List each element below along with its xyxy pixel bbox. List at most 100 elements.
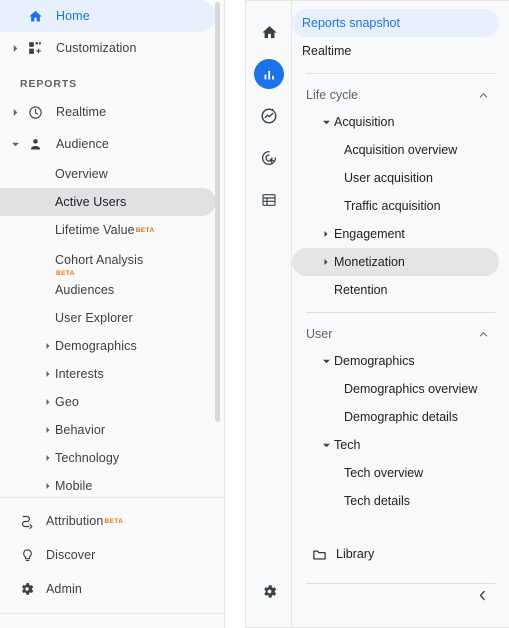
sidebar-item-label: Realtime — [56, 105, 107, 119]
sidebar-item-label: Audiences — [55, 283, 115, 297]
rail-item-advertising[interactable] — [246, 137, 292, 179]
home-icon — [261, 24, 278, 41]
rail-item-home[interactable] — [246, 11, 292, 53]
person-icon — [22, 137, 48, 152]
folder-icon — [306, 547, 332, 562]
nav-item-engagement[interactable]: Engagement — [292, 220, 499, 248]
sidebar-scrollbar-thumb[interactable] — [215, 2, 220, 422]
nav-item-realtime[interactable]: Realtime — [292, 37, 499, 65]
nav-item-tech-overview[interactable]: Tech overview — [292, 459, 499, 487]
sidebar-item-discover[interactable]: Discover — [0, 538, 224, 572]
nav-item-reports-snapshot[interactable]: Reports snapshot — [292, 9, 499, 37]
nav-item-label: Tech overview — [344, 466, 424, 480]
ua-scroll-area[interactable]: Home Customization REPORTS Realtime Audi… — [0, 0, 224, 508]
sidebar-item-technology[interactable]: Technology — [0, 444, 224, 472]
chevron-down-icon[interactable] — [318, 119, 334, 126]
chevron-right-icon[interactable] — [8, 44, 22, 52]
sidebar-footer-divider — [0, 613, 224, 614]
nav-item-label: Retention — [334, 283, 388, 297]
sidebar-item-mobile[interactable]: Mobile — [0, 472, 224, 500]
sidebar-item-admin[interactable]: Admin — [0, 572, 224, 606]
nav-item-demographics-overview[interactable]: Demographics overview — [292, 375, 499, 403]
sidebar-item-label: Behavior — [55, 423, 106, 437]
sidebar-item-attribution[interactable]: Attribution BETA — [0, 504, 224, 538]
nav-item-label: Demographic details — [344, 410, 458, 424]
sidebar-item-audiences[interactable]: Audiences — [0, 276, 224, 304]
attribution-icon — [8, 514, 46, 529]
sidebar-scrollbar[interactable] — [215, 2, 222, 506]
sidebar-item-label: User Explorer — [55, 311, 133, 325]
sidebar-item-cohort-analysis[interactable]: Cohort Analysis BETA — [0, 244, 224, 277]
nav-item-library[interactable]: Library — [292, 539, 509, 569]
home-icon — [22, 9, 48, 24]
reports-bar-chart-icon — [254, 59, 284, 89]
nav-divider — [306, 583, 495, 584]
bulb-icon — [8, 548, 46, 563]
sidebar-item-home[interactable]: Home — [0, 0, 216, 32]
sidebar-item-user-explorer[interactable]: User Explorer — [0, 304, 224, 332]
nav-item-demographic-details[interactable]: Demographic details — [292, 403, 499, 431]
nav-item-tech[interactable]: Tech — [292, 431, 499, 459]
navigation-comparison-screenshot: Home Customization REPORTS Realtime Audi… — [0, 0, 509, 628]
sidebar-section-reports: REPORTS — [20, 78, 78, 90]
rail-item-admin-gear[interactable] — [246, 583, 292, 605]
sidebar-item-label: Overview — [55, 167, 108, 181]
explore-icon — [260, 107, 278, 125]
nav-item-label: Demographics — [334, 354, 415, 368]
chevron-up-icon[interactable] — [478, 90, 489, 101]
sidebar-item-active-users[interactable]: Active Users — [0, 188, 216, 216]
sidebar-item-realtime[interactable]: Realtime — [0, 96, 224, 128]
rail-item-reports[interactable] — [246, 53, 292, 95]
sidebar-item-label: Admin — [46, 582, 82, 596]
nav-item-label: Engagement — [334, 227, 405, 241]
sidebar-item-label: Demographics — [55, 339, 137, 353]
sidebar-item-label: Geo — [55, 395, 79, 409]
chevron-down-icon[interactable] — [318, 442, 334, 449]
nav-item-demographics[interactable]: Demographics — [292, 347, 499, 375]
nav-section-label: Life cycle — [306, 88, 359, 102]
beta-badge: BETA — [135, 226, 155, 234]
chevron-up-icon[interactable] — [478, 329, 489, 340]
nav-item-monetization[interactable]: Monetization — [292, 248, 499, 276]
nav-item-acquisition-overview[interactable]: Acquisition overview — [292, 136, 499, 164]
rail-item-explore[interactable] — [246, 95, 292, 137]
sidebar-item-label: Mobile — [55, 479, 93, 493]
nav-item-traffic-acquisition[interactable]: Traffic acquisition — [292, 192, 499, 220]
nav-item-label: Tech — [334, 438, 361, 452]
chevron-right-icon[interactable] — [8, 108, 22, 116]
nav-item-user-acquisition[interactable]: User acquisition — [292, 164, 499, 192]
chevron-right-icon[interactable] — [40, 427, 55, 433]
sidebar-item-label: Home — [56, 9, 90, 23]
customization-icon — [22, 41, 48, 55]
chevron-down-icon[interactable] — [318, 358, 334, 365]
rail-item-configure[interactable] — [246, 179, 292, 221]
sidebar-item-audience[interactable]: Audience — [0, 128, 224, 160]
ga4-icon-rail — [246, 1, 292, 627]
nav-item-tech-details[interactable]: Tech details — [292, 487, 499, 515]
collapse-panel-button[interactable] — [471, 587, 493, 609]
nav-item-retention[interactable]: Retention — [292, 276, 499, 304]
chevron-right-icon[interactable] — [40, 455, 55, 461]
nav-item-acquisition[interactable]: Acquisition — [292, 108, 499, 136]
sidebar-item-lifetime-value[interactable]: Lifetime Value BETA — [0, 216, 224, 244]
nav-item-label: Demographics overview — [344, 382, 478, 396]
chevron-down-icon[interactable] — [8, 141, 22, 148]
nav-section-user[interactable]: User — [292, 321, 509, 347]
chevron-right-icon[interactable] — [40, 399, 55, 405]
sidebar-item-interests[interactable]: Interests — [0, 360, 224, 388]
chevron-right-icon[interactable] — [40, 483, 55, 489]
sidebar-item-customization[interactable]: Customization — [0, 32, 224, 64]
chevron-right-icon[interactable] — [40, 371, 55, 377]
chevron-right-icon[interactable] — [318, 259, 334, 265]
nav-section-life-cycle[interactable]: Life cycle — [292, 82, 509, 108]
sidebar-item-behavior[interactable]: Behavior — [0, 416, 224, 444]
sidebar-item-label: Cohort Analysis — [55, 253, 144, 267]
sidebar-item-geo[interactable]: Geo — [0, 388, 224, 416]
sidebar-item-overview[interactable]: Overview — [0, 160, 224, 188]
gear-icon — [261, 583, 278, 605]
sidebar-item-label: Audience — [56, 137, 109, 151]
chevron-right-icon[interactable] — [318, 231, 334, 237]
chevron-right-icon[interactable] — [40, 343, 55, 349]
sidebar-item-demographics[interactable]: Demographics — [0, 332, 224, 360]
panel-gap — [225, 0, 245, 628]
